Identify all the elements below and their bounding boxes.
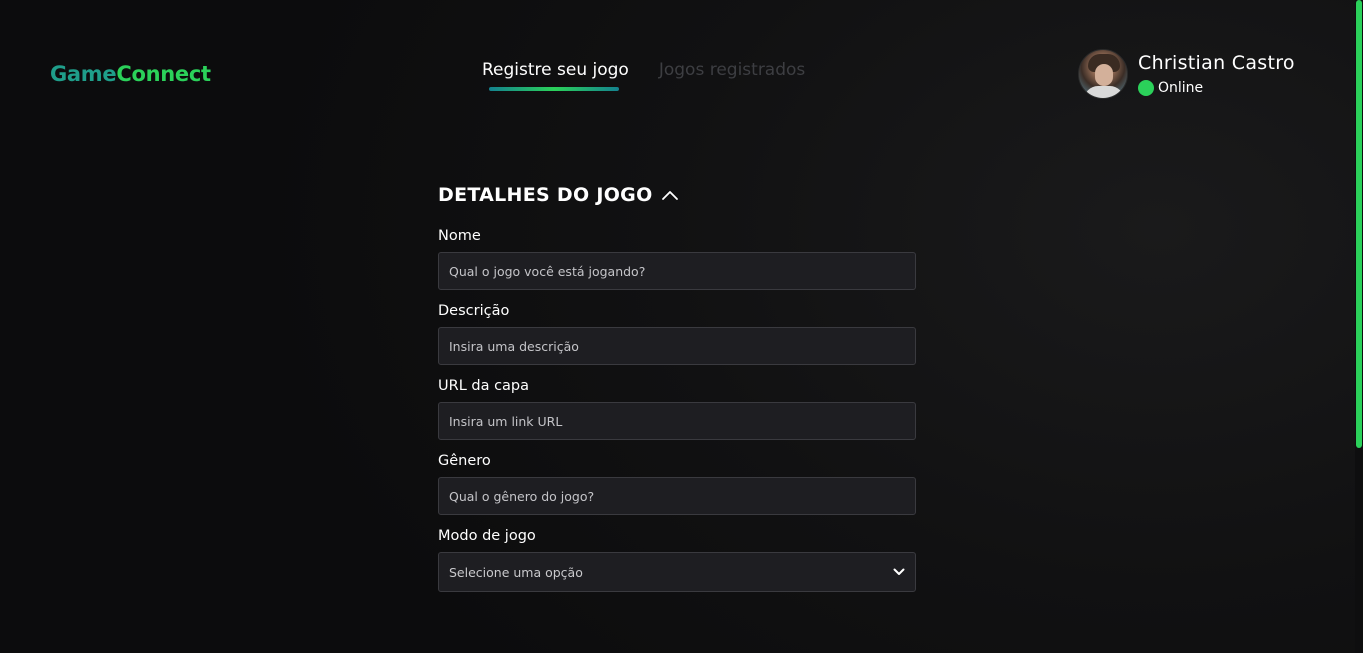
avatar[interactable] bbox=[1078, 49, 1128, 99]
name-label: Nome bbox=[438, 228, 481, 244]
description-input[interactable] bbox=[438, 327, 916, 365]
genre-label: Gênero bbox=[438, 453, 491, 469]
field-genre: Gênero bbox=[438, 453, 916, 515]
game-mode-label: Modo de jogo bbox=[438, 528, 536, 544]
tab-registered-games[interactable]: Jogos registrados bbox=[659, 60, 805, 94]
description-label: Descrição bbox=[438, 303, 510, 319]
game-details-form: Nome Descrição URL da capa Gênero Modo d… bbox=[438, 228, 916, 605]
user-profile[interactable]: Christian Castro Online bbox=[1078, 49, 1295, 99]
profile-info: Christian Castro Online bbox=[1138, 52, 1295, 96]
section-title: DETALHES DO JOGO bbox=[438, 184, 653, 206]
status-badge: Online bbox=[1138, 80, 1295, 96]
field-description: Descrição bbox=[438, 303, 916, 365]
name-input[interactable] bbox=[438, 252, 916, 290]
tab-registered-games-label: Jogos registrados bbox=[658, 60, 806, 80]
scrollbar-thumb[interactable] bbox=[1356, 0, 1362, 448]
field-name: Nome bbox=[438, 228, 916, 290]
cover-url-label: URL da capa bbox=[438, 378, 530, 394]
status-text: Online bbox=[1158, 80, 1204, 96]
tab-register-game[interactable]: Registre seu jogo bbox=[482, 60, 629, 94]
chevron-down-icon bbox=[893, 568, 905, 575]
logo-connect-text: Connect bbox=[116, 62, 211, 86]
tab-register-game-label: Registre seu jogo bbox=[482, 60, 629, 80]
field-game-mode: Modo de jogo Selecione uma opção bbox=[438, 528, 916, 592]
profile-name: Christian Castro bbox=[1138, 52, 1295, 74]
game-mode-selected: Selecione uma opção bbox=[449, 564, 583, 580]
logo-game-text: Game bbox=[50, 62, 117, 86]
page-scrollbar[interactable] bbox=[1355, 0, 1363, 653]
cover-url-input[interactable] bbox=[438, 402, 916, 440]
app-logo[interactable]: GameConnect bbox=[50, 62, 211, 86]
field-cover-url: URL da capa bbox=[438, 378, 916, 440]
section-header-game-details[interactable]: DETALHES DO JOGO bbox=[438, 184, 679, 206]
online-status-icon bbox=[1138, 80, 1154, 96]
active-tab-underline bbox=[489, 87, 619, 91]
game-mode-select[interactable]: Selecione uma opção bbox=[438, 552, 916, 592]
main-nav: Registre seu jogo Jogos registrados bbox=[482, 60, 805, 94]
chevron-up-icon[interactable] bbox=[661, 189, 679, 201]
genre-input[interactable] bbox=[438, 477, 916, 515]
